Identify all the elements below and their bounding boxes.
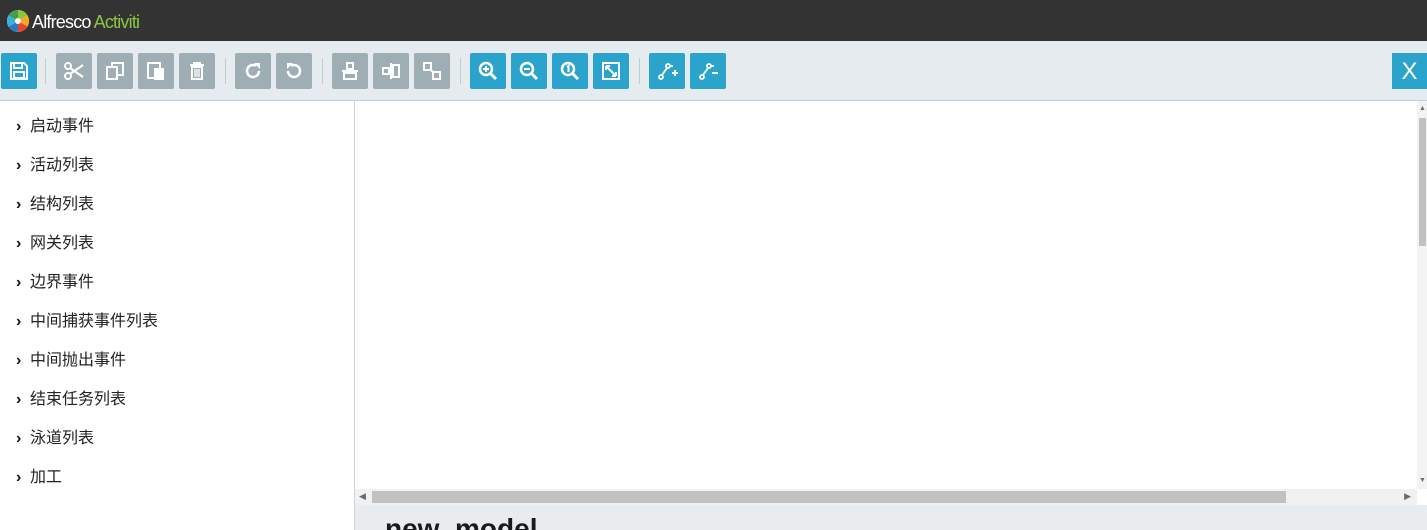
palette-group[interactable]: › 活动列表 <box>16 155 94 177</box>
palette-group-label: 网关列表 <box>30 235 95 252</box>
canvas-vertical-scrollbar[interactable]: ▲ ▼ <box>1417 101 1427 489</box>
zoom-out-button[interactable] <box>511 53 547 89</box>
diagram-canvas[interactable] <box>355 101 1427 489</box>
undo-icon <box>286 63 302 79</box>
editor-toolbar: X <box>0 41 1427 101</box>
remove-bendpoint-icon <box>699 63 718 80</box>
brand-name: Alfresco Activiti <box>32 11 140 33</box>
redo-icon <box>245 63 261 79</box>
toolbar-separator <box>322 58 323 84</box>
horizontal-scroll-thumb[interactable] <box>372 491 1286 503</box>
same-size-button[interactable] <box>414 53 450 89</box>
scroll-up-arrow-icon[interactable]: ▲ <box>1419 105 1426 112</box>
chevron-right-icon: › <box>16 391 22 408</box>
paste-button[interactable] <box>138 53 174 89</box>
same-size-icon <box>423 62 441 80</box>
save-button[interactable] <box>1 53 37 89</box>
palette-group-label: 中间捕获事件列表 <box>30 313 159 330</box>
palette-group-label: 结构列表 <box>30 196 95 213</box>
copy-button[interactable] <box>97 53 133 89</box>
align-vertical-button[interactable] <box>373 53 409 89</box>
model-name-title: new_model <box>385 513 538 530</box>
zoom-in-icon <box>478 61 498 81</box>
palette-group[interactable]: › 结构列表 <box>16 194 94 216</box>
chevron-right-icon: › <box>16 469 22 486</box>
paste-icon <box>147 62 164 80</box>
delete-button[interactable] <box>179 53 215 89</box>
properties-panel: new_model <box>355 505 1427 530</box>
palette-group-label: 泳道列表 <box>30 430 95 447</box>
delete-icon <box>190 62 204 80</box>
brand-activiti: Activiti <box>93 12 140 32</box>
chevron-right-icon: › <box>16 313 22 330</box>
palette-group-label: 启动事件 <box>30 118 95 135</box>
chevron-right-icon: › <box>16 352 22 369</box>
brand-alfresco: Alfresco <box>32 12 91 32</box>
zoom-in-button[interactable] <box>470 53 506 89</box>
zoom-actual-icon <box>560 61 580 81</box>
canvas-horizontal-scrollbar[interactable]: ◀ ▶ <box>355 489 1417 505</box>
scroll-down-arrow-icon[interactable]: ▼ <box>1419 477 1426 484</box>
chevron-right-icon: › <box>16 235 22 252</box>
undo-button[interactable] <box>276 53 312 89</box>
chevron-right-icon: › <box>16 157 22 174</box>
chevron-right-icon: › <box>16 274 22 291</box>
align-vertical-icon <box>382 63 400 79</box>
zoom-actual-button[interactable] <box>552 53 588 89</box>
palette-group[interactable]: › 结束任务列表 <box>16 389 126 411</box>
palette-group[interactable]: › 中间抛出事件 <box>16 350 126 372</box>
scroll-left-arrow-icon[interactable]: ◀ <box>359 491 366 502</box>
palette-group-label: 加工 <box>30 469 63 486</box>
palette-group-label: 活动列表 <box>30 157 95 174</box>
palette-group[interactable]: › 启动事件 <box>16 116 94 138</box>
palette-group-label: 结束任务列表 <box>30 391 127 408</box>
add-bendpoint-button[interactable] <box>649 53 685 89</box>
zoom-fit-icon <box>602 62 620 80</box>
zoom-out-icon <box>519 61 539 81</box>
chevron-right-icon: › <box>16 118 22 135</box>
palette-group[interactable]: › 加工 <box>16 467 62 489</box>
palette-group[interactable]: › 中间捕获事件列表 <box>16 311 158 333</box>
align-horizontal-icon <box>342 62 358 80</box>
alfresco-logo-icon <box>7 10 29 32</box>
palette-group-label: 中间抛出事件 <box>30 352 127 369</box>
chevron-right-icon: › <box>16 430 22 447</box>
top-header: Alfresco Activiti <box>0 0 1427 41</box>
zoom-fit-button[interactable] <box>593 53 629 89</box>
palette-group[interactable]: › 边界事件 <box>16 272 94 294</box>
vertical-scroll-thumb[interactable] <box>1419 118 1426 246</box>
save-icon <box>10 62 28 80</box>
align-horizontal-button[interactable] <box>332 53 368 89</box>
add-bendpoint-icon <box>658 63 678 80</box>
scroll-right-arrow-icon[interactable]: ▶ <box>1404 491 1411 502</box>
chevron-right-icon: › <box>16 196 22 213</box>
palette-group[interactable]: › 泳道列表 <box>16 428 94 450</box>
toolbar-separator <box>639 58 640 84</box>
cut-icon <box>64 62 84 80</box>
palette-sidebar: › 启动事件 › 活动列表 › 结构列表 › 网关列表 › 边界事件 › 中间捕获事件列表 … <box>0 101 355 530</box>
cut-button[interactable] <box>56 53 92 89</box>
remove-bendpoint-button[interactable] <box>690 53 726 89</box>
palette-group-label: 边界事件 <box>30 274 95 291</box>
copy-icon <box>106 62 124 80</box>
toolbar-separator <box>460 58 461 84</box>
close-button[interactable]: X <box>1392 53 1427 89</box>
toolbar-separator <box>45 58 46 84</box>
toolbar-separator <box>225 58 226 84</box>
palette-group[interactable]: › 网关列表 <box>16 233 94 255</box>
redo-button[interactable] <box>235 53 271 89</box>
